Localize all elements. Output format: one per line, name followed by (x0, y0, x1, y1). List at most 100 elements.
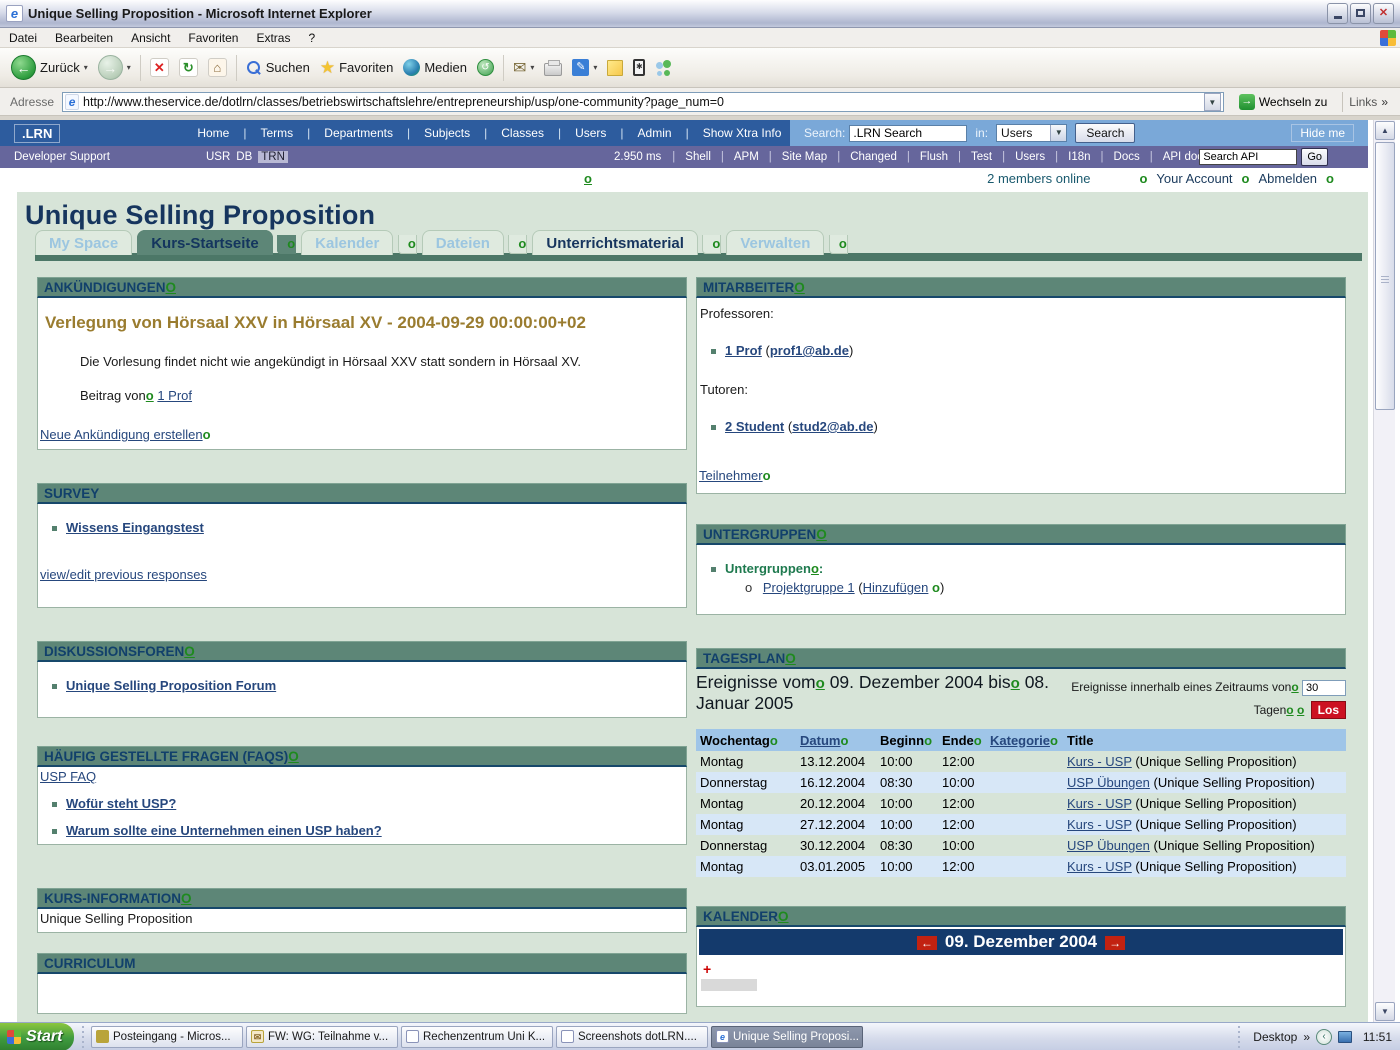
dev-link-users[interactable]: Users (997, 151, 1050, 163)
o-link[interactable]: o (287, 236, 295, 251)
task-unique-selling-proposition[interactable]: e Unique Selling Proposi... (711, 1026, 863, 1048)
hide-icons-button[interactable]: ‹ (1316, 1029, 1332, 1045)
tutor-email-link[interactable]: stud2@ab.de (792, 419, 873, 434)
stop-button[interactable]: ✕ (145, 51, 174, 85)
nav-show-xtra-info[interactable]: Show Xtra Info (696, 126, 789, 140)
task-posteingang[interactable]: Posteingang - Micros... (91, 1026, 243, 1048)
o-link[interactable]: o (1326, 171, 1334, 186)
nav-home[interactable]: Home (190, 126, 253, 140)
o-link[interactable]: o (840, 733, 848, 748)
menu-help[interactable]: ? (299, 31, 324, 45)
o-link[interactable]: o (712, 236, 720, 251)
env-usr[interactable]: USR (206, 151, 230, 163)
o-link[interactable]: o (1139, 171, 1147, 186)
nav-users[interactable]: Users (568, 126, 630, 140)
o-link[interactable]: o (1011, 675, 1020, 692)
scrollbar-thumb[interactable] (1375, 142, 1395, 410)
nav-classes[interactable]: Classes (494, 126, 568, 140)
api-search-go-button[interactable]: Go (1301, 148, 1328, 166)
calendar-next-icon[interactable]: → (1105, 936, 1125, 950)
o-link[interactable]: o (1297, 703, 1304, 717)
nav-admin[interactable]: Admin (631, 126, 696, 140)
maximize-button[interactable] (1350, 3, 1371, 24)
forum-link[interactable]: Unique Selling Proposition Forum (66, 678, 276, 693)
nav-subjects[interactable]: Subjects (417, 126, 494, 140)
event-link[interactable]: USP Übungen (1067, 838, 1150, 853)
forward-button[interactable]: → ▾ (93, 51, 136, 85)
los-button[interactable]: Los (1311, 701, 1346, 719)
dev-link-flush[interactable]: Flush (902, 151, 953, 163)
env-db[interactable]: DB (236, 151, 252, 163)
mail-dropdown-icon[interactable]: ▾ (530, 63, 534, 72)
calendar-prev-icon[interactable]: ← (917, 936, 937, 950)
api-search-input[interactable] (1199, 149, 1297, 165)
o-link[interactable]: o (146, 388, 154, 403)
col-kategorie-sort-link[interactable]: Kategorie (990, 733, 1050, 748)
home-button[interactable]: ⌂ (203, 51, 232, 85)
menu-ansicht[interactable]: Ansicht (122, 31, 179, 45)
search-button[interactable]: Suchen (241, 51, 315, 85)
hide-me-link[interactable]: Hide me (1291, 124, 1354, 142)
tab-kurs-startseite[interactable]: Kurs-Startseite o (137, 235, 296, 253)
o-link[interactable]: O (778, 909, 789, 924)
o-link[interactable]: o (203, 427, 211, 442)
o-link[interactable]: o (811, 561, 819, 576)
o-link[interactable]: O (184, 644, 195, 659)
o-link[interactable]: o (839, 236, 847, 251)
developer-support-label[interactable]: Developer Support (14, 151, 194, 163)
new-announcement-link[interactable]: Neue Ankündigung erstellen (40, 427, 203, 442)
event-link[interactable]: Kurs - USP (1067, 859, 1132, 874)
task-mail-message[interactable]: ✉ FW: WG: Teilnahme v... (246, 1026, 398, 1048)
select-dropdown-icon[interactable]: ▼ (1050, 125, 1066, 141)
tab-label[interactable]: Kurs-Startseite (137, 230, 273, 255)
faq-group-link[interactable]: USP FAQ (40, 769, 96, 784)
menu-favoriten[interactable]: Favoriten (179, 31, 247, 45)
professor-link[interactable]: 1 Prof (725, 343, 762, 358)
o-link[interactable]: o (518, 236, 526, 251)
close-button[interactable]: ✕ (1373, 3, 1394, 24)
view-responses-link[interactable]: view/edit previous responses (40, 567, 207, 582)
o-link[interactable]: O (785, 651, 796, 666)
toolbar-grip[interactable] (1235, 1026, 1242, 1048)
dev-link-docs[interactable]: Docs (1096, 151, 1145, 163)
task-rechenzentrum[interactable]: Rechenzentrum Uni K... (401, 1026, 553, 1048)
o-link[interactable]: o (1242, 171, 1250, 186)
favorites-button[interactable]: ★ Favoriten (315, 51, 398, 85)
o-link[interactable]: O (794, 280, 805, 295)
days-range-input[interactable] (1302, 680, 1346, 696)
tab-unterrichtsmaterial[interactable]: Unterrichtsmaterial o (532, 235, 721, 253)
o-link[interactable]: O (181, 891, 192, 906)
nav-terms[interactable]: Terms (253, 126, 317, 140)
history-button[interactable]: ↺ (472, 51, 499, 85)
mail-button[interactable]: ✉ ▾ (508, 51, 539, 85)
tutor-link[interactable]: 2 Student (725, 419, 784, 434)
col-datum-sort-link[interactable]: Datum (800, 733, 840, 748)
media-button[interactable]: Medien (398, 51, 472, 85)
titlebar[interactable]: e Unique Selling Proposition - Microsoft… (0, 0, 1400, 28)
edit-dropdown-icon[interactable]: ▾ (593, 63, 597, 72)
back-dropdown-icon[interactable]: ▾ (84, 63, 88, 72)
o-link[interactable]: o (1286, 703, 1293, 717)
messenger-button[interactable] (650, 51, 678, 85)
o-link[interactable]: o (770, 733, 778, 748)
network-tray-icon[interactable] (1338, 1031, 1352, 1043)
scroll-down-icon[interactable]: ▼ (1375, 1002, 1395, 1021)
tab-my-space[interactable]: My Space (35, 235, 132, 253)
event-link[interactable]: USP Übungen (1067, 775, 1150, 790)
menu-extras[interactable]: Extras (247, 31, 299, 45)
edit-button[interactable]: ✎ ▾ (567, 51, 602, 85)
device-button[interactable]: ✱ (628, 51, 650, 85)
tab-label[interactable]: My Space (35, 230, 132, 255)
vertical-scrollbar[interactable]: ▲ ▼ (1373, 120, 1395, 1022)
lrn-search-button[interactable]: Search (1075, 123, 1135, 143)
calendar-add-icon[interactable]: + (703, 961, 1343, 977)
links-chevron-icon[interactable]: » (1381, 95, 1396, 109)
faq-question-link[interactable]: Warum sollte eine Unternehmen einen USP … (66, 823, 382, 838)
o-link[interactable]: o (408, 236, 416, 251)
back-button[interactable]: ← Zurück ▾ (6, 51, 93, 85)
projektgruppe-link[interactable]: Projektgruppe 1 (763, 580, 855, 595)
tab-dateien[interactable]: Dateien o (422, 235, 528, 253)
toolbar-overflow-icon[interactable]: » (1303, 1030, 1310, 1044)
o-link[interactable]: O (288, 749, 299, 764)
start-button[interactable]: Start (0, 1023, 74, 1050)
